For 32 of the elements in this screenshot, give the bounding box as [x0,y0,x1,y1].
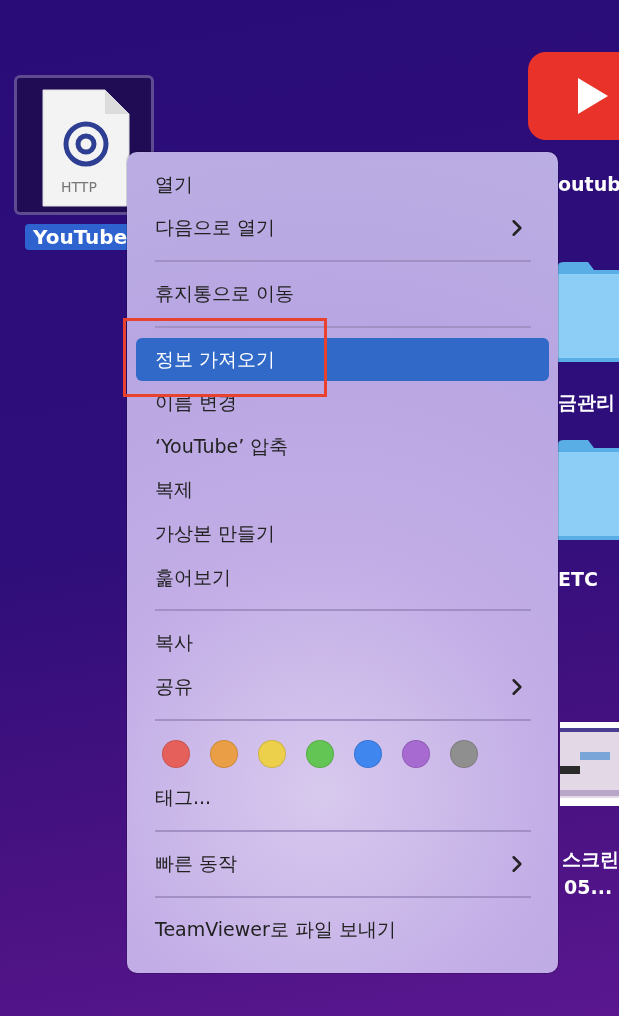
menu-item[interactable]: 복사 [136,621,549,665]
menu-item[interactable]: 공유 [136,664,549,709]
menu-item[interactable]: 태그... [136,776,549,821]
file-name: 스크린 [562,847,619,872]
icon-label: HTTP [61,179,97,195]
http-document-icon [41,88,131,208]
menu-item[interactable]: 훑어보기 [136,555,549,600]
menu-item[interactable]: 복제 [136,468,549,513]
tag-color-dot[interactable] [258,739,286,768]
chevron-icon [511,854,523,873]
chevron-icon [511,219,523,238]
tag-color-dot[interactable] [450,739,478,768]
menu-item[interactable]: ‘YouTube’ 압축 [136,424,549,469]
folder-name: 금관리 [558,390,615,415]
menu-item[interactable]: 가상본 만들기 [136,512,549,556]
menu-item[interactable]: 휴지통으로 이동 [136,272,549,316]
tag-color-dot[interactable] [354,739,382,768]
menu-item[interactable]: TeamViewer로 파일 보내기 [136,907,549,952]
menu-item[interactable]: 정보 가져오기 [136,337,549,382]
play-logo-icon[interactable] [528,52,619,140]
folder-icon[interactable] [558,440,619,540]
tag-color-dot[interactable] [210,739,238,768]
file-icon[interactable]: HTTP [14,75,154,215]
menu-item[interactable]: 빠른 동작 [136,842,549,886]
folder-icon[interactable] [558,262,619,362]
chevron-icon [511,677,523,696]
file-name: 05... [564,876,613,898]
tag-color-dot[interactable] [402,739,430,768]
tag-color-dot[interactable] [162,739,190,768]
folder-name: ETC [558,568,598,590]
tag-color-dot[interactable] [306,739,334,768]
app-name: outub [558,173,619,195]
